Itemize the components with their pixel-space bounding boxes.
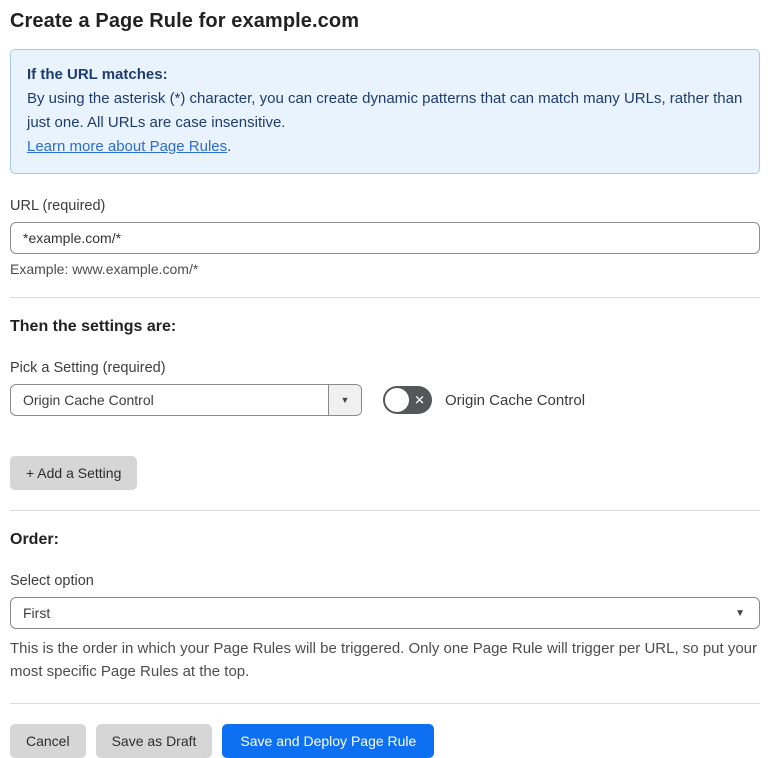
order-select-label: Select option: [10, 573, 94, 589]
info-box-body: By using the asterisk (*) character, you…: [27, 90, 743, 131]
page-title: Create a Page Rule for example.com: [10, 10, 360, 32]
order-select[interactable]: First ▼: [10, 597, 760, 629]
toggle-label: Origin Cache Control: [445, 391, 586, 409]
info-box-heading: If the URL matches:: [27, 66, 168, 83]
divider: [10, 510, 760, 511]
page-rule-form: Create a Page Rule for example.com If th…: [0, 0, 770, 758]
order-helper-text: This is the order in which your Page Rul…: [10, 640, 758, 680]
setting-row: Origin Cache Control ▼ ✕ Origin Cache Co…: [10, 384, 760, 416]
cancel-button[interactable]: Cancel: [10, 724, 86, 758]
save-deploy-button[interactable]: Save and Deploy Page Rule: [222, 724, 435, 758]
url-match-info-box: If the URL matches: By using the asteris…: [10, 49, 760, 174]
order-heading: Order:: [10, 531, 59, 548]
settings-heading: Then the settings are:: [10, 318, 177, 335]
divider: [10, 703, 760, 704]
url-input[interactable]: [10, 222, 760, 254]
toggle-knob: [385, 388, 409, 412]
save-draft-button[interactable]: Save as Draft: [95, 724, 213, 758]
action-bar: Cancel Save as Draft Save and Deploy Pag…: [10, 724, 760, 758]
origin-cache-control-toggle[interactable]: ✕: [383, 386, 432, 414]
setting-picker-label: Pick a Setting (required): [10, 360, 166, 376]
add-setting-button[interactable]: + Add a Setting: [10, 456, 138, 490]
setting-select[interactable]: Origin Cache Control ▼: [10, 384, 362, 416]
divider: [10, 297, 760, 298]
chevron-down-icon: ▼: [735, 607, 745, 619]
order-select-value: First: [23, 605, 51, 621]
chevron-down-icon: ▼: [328, 385, 361, 415]
setting-select-value: Origin Cache Control: [23, 392, 154, 408]
toggle-off-x-icon: ✕: [414, 392, 425, 408]
url-example-text: Example: www.example.com/*: [10, 261, 199, 277]
link-suffix: .: [227, 138, 232, 155]
url-label: URL (required): [10, 198, 106, 214]
learn-more-link[interactable]: Learn more about Page Rules: [27, 138, 227, 155]
info-box-link-line: Learn more about Page Rules.: [27, 135, 743, 159]
